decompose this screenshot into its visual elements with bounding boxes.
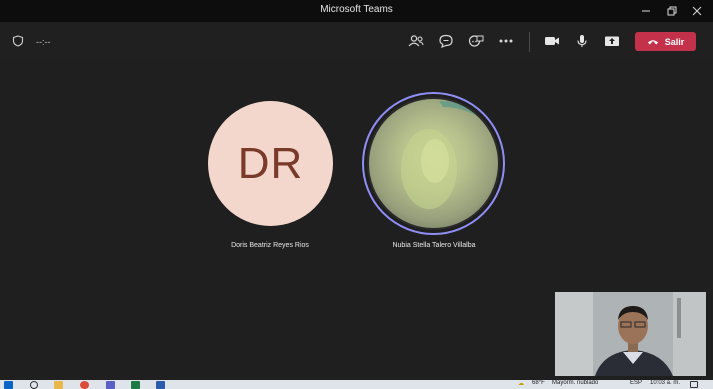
minimize-icon: [642, 10, 650, 12]
windows-taskbar: ☁ 68°F Mayorm. nublado ESP 10:03 a. m.: [0, 380, 713, 389]
avatar-initials: DR: [237, 138, 304, 188]
chrome-icon[interactable]: [80, 381, 89, 389]
clock[interactable]: 10:03 a. m.: [650, 380, 680, 386]
participant-name: Doris Beatriz Reyes Rios: [231, 242, 309, 249]
participant-name: Nubia Stella Talero Villalba: [392, 242, 476, 249]
participant-avatar[interactable]: [367, 97, 500, 230]
excel-icon[interactable]: [131, 381, 140, 389]
share-icon[interactable]: [602, 31, 622, 51]
close-button[interactable]: [684, 0, 710, 22]
minimize-button[interactable]: [633, 0, 659, 22]
more-icon[interactable]: [496, 31, 516, 51]
camera-icon[interactable]: [542, 31, 562, 51]
window-title: Microsoft Teams: [320, 4, 393, 15]
start-icon[interactable]: [4, 381, 13, 389]
teams-icon[interactable]: [106, 381, 115, 389]
mic-icon[interactable]: [572, 31, 592, 51]
leave-label: Salir: [664, 36, 685, 47]
file-explorer-icon[interactable]: [54, 381, 63, 389]
notification-icon[interactable]: [690, 381, 698, 388]
self-video-preview[interactable]: [555, 292, 706, 376]
restore-button[interactable]: [659, 0, 685, 22]
weather-temp[interactable]: 68°F: [532, 380, 545, 386]
self-video-frame: [555, 292, 706, 376]
title-bar: Microsoft Teams: [0, 0, 713, 22]
hang-up-icon: [647, 40, 658, 45]
toolbar-divider: [529, 32, 530, 52]
participant-avatar[interactable]: DR: [208, 101, 333, 226]
leave-button[interactable]: Salir: [635, 32, 696, 51]
search-icon[interactable]: [30, 381, 38, 389]
restore-icon: [667, 6, 677, 16]
meeting-toolbar: --:--: [0, 22, 713, 60]
shield-icon[interactable]: [8, 31, 28, 51]
language-indicator[interactable]: ESP: [630, 380, 642, 386]
reactions-icon[interactable]: [466, 31, 486, 51]
participant-photo: [401, 101, 487, 209]
meeting-timer: --:--: [36, 37, 51, 47]
people-icon[interactable]: [406, 31, 426, 51]
weather-icon: ☁: [518, 381, 524, 387]
chat-icon[interactable]: [436, 31, 456, 51]
weather-desc[interactable]: Mayorm. nublado: [552, 380, 598, 386]
word-icon[interactable]: [156, 381, 165, 389]
close-icon: [692, 6, 702, 16]
